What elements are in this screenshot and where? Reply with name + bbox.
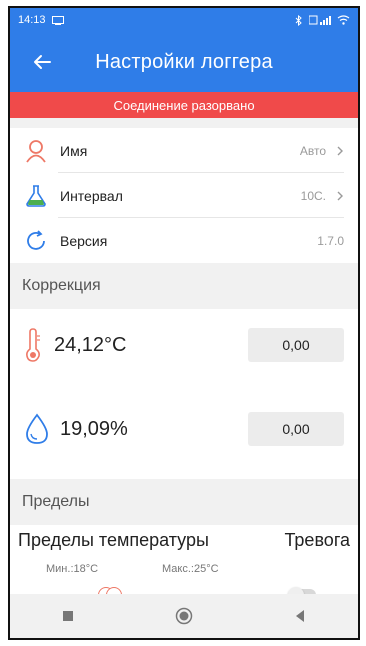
settings-row-version: Версия 1.7.0 [10,218,358,263]
spacer [10,465,358,479]
home-button[interactable] [166,598,202,634]
triangle-back-icon [296,610,304,622]
system-navigation-bar [10,594,358,638]
humidity-reading: 19,09% [60,417,128,440]
water-drop-icon [26,413,48,444]
square-icon [63,611,73,621]
settings-value-interval: 10С. [300,188,326,203]
user-icon [22,137,50,165]
settings-label-version: Версия [60,232,108,249]
temperature-offset-input[interactable]: 0,00 [248,328,344,362]
bluetooth-icon [295,14,302,26]
screen-cast-icon [51,15,64,25]
wifi-icon [337,15,350,25]
settings-value-version: 1.7.0 [317,233,344,248]
humidity-offset-input[interactable]: 0,00 [248,412,344,446]
correction-temperature-row: 24,12°С 0,00 [10,309,358,381]
phone-frame: 14:13 Настройки логгера Соединение разор… [8,6,360,640]
settings-label-name: Имя [60,142,88,159]
settings-list: Имя Авто Интервал 10С. Версия 1.7.0 [10,128,358,263]
alarm-label: Тревога [284,529,350,550]
limits-labels-row: Пределы температуры Тревога [10,525,358,555]
circle-icon [175,607,193,625]
status-time: 14:13 [18,14,46,26]
chevron-right-icon [337,191,343,200]
connection-banner: Соединение разорвано [10,92,358,118]
temperature-reading: 24,12°С [54,333,127,356]
signal-icon [309,15,331,25]
back-nav-button[interactable] [282,598,318,634]
settings-row-interval[interactable]: Интервал 10С. [10,173,358,218]
temperature-limits-label: Пределы температуры [18,529,209,550]
recent-apps-button[interactable] [50,598,86,634]
status-bar: 14:13 [10,8,358,32]
app-header: 14:13 Настройки логгера [10,8,358,92]
min-limit-label: Мин.:18°С [46,563,99,575]
toolbar: Настройки логгера [10,32,358,92]
settings-value-name: Авто [299,143,326,158]
thermometer-icon [26,328,40,362]
max-limit-label: Макс.:25°С [162,563,219,575]
flask-icon [22,182,50,210]
correction-humidity-row: 19,09% 0,00 [10,393,358,465]
correction-heading: Коррекция [10,263,358,309]
settings-row-name[interactable]: Имя Авто [10,128,358,173]
settings-label-interval: Интервал [60,187,123,204]
spacer [10,381,358,393]
page-title: Настройки логгера [95,50,273,73]
chevron-right-icon [337,146,343,155]
limits-heading: Пределы [10,479,358,525]
refresh-icon [22,227,50,255]
